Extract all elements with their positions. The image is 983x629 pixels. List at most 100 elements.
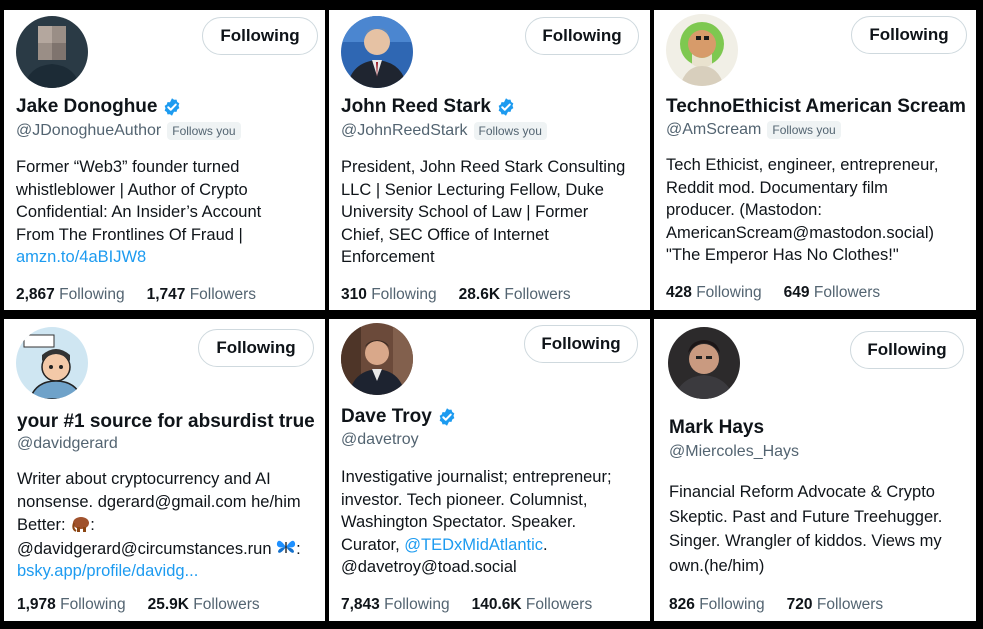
verified-badge-icon (162, 97, 182, 117)
display-name[interactable]: your #1 source for absurdist true (17, 411, 315, 433)
avatar[interactable] (16, 16, 88, 88)
follows-you-badge: Follows you (473, 122, 547, 140)
bio: Former “Web3” founder turned whistleblow… (16, 156, 261, 269)
follow-stats: 1,978 Following 25.9K Followers (17, 596, 260, 614)
profile-card[interactable]: Following Jake Donoghue @JDonoghueAuthor… (4, 10, 325, 310)
followers-stat[interactable]: 28.6K Followers (459, 286, 571, 303)
handle[interactable]: @Miercoles_Hays (669, 443, 799, 461)
following-stat[interactable]: 428 Following (666, 284, 762, 301)
bio-line: From The Frontlines Of Fraud | (16, 225, 243, 244)
following-count: 1,978 (17, 596, 56, 613)
bio-line: Washington Spectator. Speaker. (341, 513, 577, 531)
bio-link[interactable]: amzn.to/4aBIJW8 (16, 246, 261, 269)
following-label: Following (696, 284, 762, 301)
followers-stat[interactable]: 1,747 Followers (147, 286, 256, 303)
follow-stats: 826 Following 720 Followers (669, 596, 883, 614)
bio-line: nonsense. dgerard@gmail.com he/him (17, 492, 301, 511)
handle[interactable]: @davidgerard (17, 435, 118, 453)
follow-stats: 2,867 Following 1,747 Followers (16, 286, 256, 304)
handle-row: @AmScream Follows you (666, 121, 841, 139)
avatar[interactable] (341, 323, 413, 395)
bio-link[interactable]: bsky.app/profile/davidg... (17, 560, 301, 583)
followers-label: Followers (189, 286, 257, 303)
avatar[interactable] (341, 16, 413, 88)
profile-card[interactable]: Following Dave Troy @davetroy Investigat… (329, 319, 650, 621)
bio-line: Chief, SEC Office of Internet (341, 225, 549, 244)
bio-line: Writer about cryptocurrency and AI (17, 470, 271, 488)
bio-line: LLC | Senior Lecturing Fellow, Duke (341, 180, 604, 199)
following-stat[interactable]: 2,867 Following (16, 286, 125, 303)
display-name-text: Jake Donoghue (16, 96, 158, 117)
avatar[interactable] (666, 14, 738, 86)
handle-row: @davetroy (341, 431, 419, 449)
handle-row: @davidgerard (17, 435, 118, 453)
display-name[interactable]: Mark Hays (669, 417, 764, 439)
bio: Financial Reform Advocate & Crypto Skept… (669, 480, 942, 578)
follows-you-badge: Follows you (767, 121, 841, 139)
follow-stats: 7,843 Following 140.6K Followers (341, 596, 592, 614)
followers-count: 25.9K (147, 596, 189, 613)
follow-stats: 428 Following 649 Followers (666, 284, 880, 302)
following-count: 826 (669, 596, 695, 613)
following-button[interactable]: Following (525, 17, 639, 55)
avatar[interactable] (668, 327, 740, 399)
following-button[interactable]: Following (202, 17, 318, 55)
following-stat[interactable]: 1,978 Following (17, 596, 126, 613)
bio: Investigative journalist; entrepreneur; … (341, 466, 612, 579)
profile-card[interactable]: Following your #1 source for absurdist t… (4, 319, 325, 621)
following-stat[interactable]: 310 Following (341, 286, 437, 303)
following-button[interactable]: Following (850, 331, 964, 369)
display-name-text: TechnoEthicist American Scream (666, 96, 966, 117)
following-button[interactable]: Following (524, 325, 638, 363)
display-name-text: John Reed Stark (341, 96, 491, 117)
handle[interactable]: @davetroy (341, 431, 419, 449)
bio-line: AmericanScream@mastodon.social) (666, 223, 935, 242)
bio-line: own.(he/him) (669, 556, 765, 575)
verified-badge-icon (496, 97, 516, 117)
followers-count: 720 (786, 596, 813, 613)
followers-stat[interactable]: 720 Followers (787, 596, 884, 613)
following-count: 2,867 (16, 286, 55, 303)
bio-line: @davetroy@toad.social (341, 558, 517, 576)
following-label: Following (371, 286, 437, 303)
followers-count: 28.6K (458, 286, 501, 303)
profile-card[interactable]: Following John Reed Stark @JohnReedStark… (329, 10, 650, 310)
bio-line: Better: : (17, 513, 301, 537)
followers-label: Followers (813, 284, 881, 301)
followers-stat[interactable]: 140.6K Followers (472, 596, 593, 613)
bio-line: Singer. Wrangler of kiddos. Views my (669, 532, 942, 550)
following-stat[interactable]: 826 Following (669, 596, 765, 613)
following-stat[interactable]: 7,843 Following (341, 596, 450, 613)
profile-card[interactable]: Following TechnoEthicist American Scream… (654, 10, 976, 310)
bio-line: Curator, @TEDxMidAtlantic. (341, 535, 548, 554)
handle[interactable]: @AmScream (666, 121, 761, 139)
handle[interactable]: @JDonoghueAuthor (16, 122, 161, 140)
follows-you-badge: Follows you (167, 122, 241, 140)
profile-card[interactable]: Following Mark Hays @Miercoles_Hays Fina… (654, 319, 976, 621)
following-button[interactable]: Following (851, 16, 967, 54)
followers-stat[interactable]: 25.9K Followers (148, 596, 260, 613)
bio-text: Better: (17, 516, 66, 534)
following-label: Following (60, 596, 126, 613)
bio-line: Skeptic. Past and Future Treehugger. (669, 507, 943, 526)
following-button[interactable]: Following (198, 329, 314, 367)
verified-badge-icon (437, 407, 457, 427)
display-name[interactable]: TechnoEthicist American Scream (666, 96, 966, 118)
avatar[interactable] (16, 327, 88, 399)
bio: Tech Ethicist, engineer, entrepreneur, R… (666, 154, 938, 267)
mammoth-emoji-icon (72, 517, 90, 532)
display-name[interactable]: Jake Donoghue (16, 96, 182, 118)
bio-line: Enforcement (341, 248, 435, 266)
display-name-text: Dave Troy (341, 406, 432, 427)
following-label: Following (384, 596, 450, 613)
bio-mention-link[interactable]: @TEDxMidAtlantic (404, 536, 543, 554)
bio-line: University School of Law | Former (341, 203, 589, 221)
bio-line: Financial Reform Advocate & Crypto (669, 483, 935, 501)
bio-line: Reddit mod. Documentary film (666, 178, 888, 197)
display-name[interactable]: John Reed Stark (341, 96, 516, 118)
handle-row: @Miercoles_Hays (669, 443, 799, 461)
display-name[interactable]: Dave Troy (341, 406, 457, 428)
followers-count: 140.6K (471, 596, 522, 613)
handle[interactable]: @JohnReedStark (341, 122, 468, 140)
followers-stat[interactable]: 649 Followers (784, 284, 881, 301)
